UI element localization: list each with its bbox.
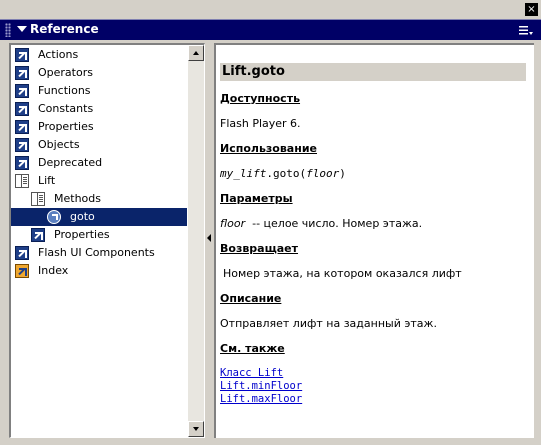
book-icon — [15, 48, 29, 62]
tree-item-label: goto — [70, 210, 95, 223]
tree-item-label: Objects — [38, 138, 80, 151]
content-pane: Lift.goto Доступность Flash Player 6. Ис… — [214, 43, 534, 438]
book-icon — [15, 138, 29, 152]
book-icon — [15, 84, 29, 98]
topic-title: Lift.goto — [220, 63, 526, 81]
param-desc: -- целое число. Номер этажа. — [252, 217, 423, 230]
tree-item-properties[interactable]: Properties — [11, 118, 187, 136]
tree-item-label: Deprecated — [38, 156, 103, 169]
tree-item-constants[interactable]: Constants — [11, 100, 187, 118]
book-icon — [15, 246, 29, 260]
tree-item-deprecated[interactable]: Deprecated — [11, 154, 187, 172]
tree-item-lift[interactable]: Lift — [11, 172, 187, 190]
tree-scrollbar[interactable] — [188, 45, 204, 437]
tree-item-lift-properties[interactable]: Properties — [11, 226, 187, 244]
open-book-icon — [15, 174, 29, 188]
params-text: floor -- целое число. Номер этажа. — [220, 217, 530, 230]
panel-title: Reference — [30, 22, 99, 36]
close-window-button[interactable]: × — [525, 3, 538, 16]
tree-item-label: Lift — [38, 174, 56, 187]
description-text: Отправляет лифт на заданный этаж. — [220, 317, 437, 330]
collapse-left-icon[interactable] — [207, 234, 211, 242]
reference-content: Lift.goto Доступность Flash Player 6. Ис… — [220, 63, 530, 406]
open-book-icon — [31, 192, 45, 206]
tree-pane: Actions Operators Functions Constants Pr… — [9, 43, 205, 438]
tree-item-label: Operators — [38, 66, 93, 79]
tree-item-operators[interactable]: Operators — [11, 64, 187, 82]
tree-item-label: Functions — [38, 84, 91, 97]
reference-tree: Actions Operators Functions Constants Pr… — [11, 45, 187, 437]
panel-options-icon[interactable] — [519, 25, 533, 36]
book-icon — [15, 102, 29, 116]
pane-splitter[interactable] — [205, 43, 214, 438]
see-also-link-lift-class[interactable]: Класс Lift — [220, 367, 530, 380]
usage-heading: Использование — [220, 142, 317, 155]
book-icon — [15, 66, 29, 80]
tree-item-label: Flash UI Components — [38, 246, 155, 259]
usage-close: ) — [339, 167, 346, 180]
tree-item-goto[interactable]: goto — [11, 208, 187, 226]
tree-item-label: Properties — [54, 228, 110, 241]
availability-text: Flash Player 6. — [220, 117, 301, 130]
returns-text: Номер этажа, на котором оказался лифт — [223, 267, 462, 280]
returns-heading: Возвращает — [220, 242, 299, 255]
tree-item-flash-ui-components[interactable]: Flash UI Components — [11, 244, 187, 262]
window-top-strip: × — [0, 0, 541, 19]
description-heading: Описание — [220, 292, 282, 305]
tree-item-label: Actions — [38, 48, 79, 61]
arrow-up-icon — [193, 51, 199, 55]
scroll-up-button[interactable] — [188, 45, 204, 61]
collapse-arrow-icon[interactable] — [17, 26, 27, 32]
see-also-heading: См. также — [220, 342, 285, 355]
tree-item-label: Properties — [38, 120, 94, 133]
see-also-link-minfloor[interactable]: Lift.minFloor — [220, 380, 530, 393]
drag-grip-icon[interactable] — [5, 23, 11, 37]
book-icon — [31, 228, 45, 242]
tree-item-objects[interactable]: Objects — [11, 136, 187, 154]
panel-right-edge — [534, 43, 541, 438]
book-icon — [15, 120, 29, 134]
scroll-down-button[interactable] — [188, 421, 204, 437]
tree-item-label: Methods — [54, 192, 101, 205]
book-icon — [15, 156, 29, 170]
tree-item-label: Constants — [38, 102, 94, 115]
arrow-down-icon — [193, 427, 199, 431]
see-also-link-maxfloor[interactable]: Lift.maxFloor — [220, 393, 530, 406]
usage-param: floor — [306, 167, 340, 180]
method-icon — [47, 210, 61, 224]
panel-titlebar[interactable]: Reference — [0, 19, 541, 40]
usage-method: .goto( — [266, 167, 307, 180]
tree-item-index[interactable]: Index — [11, 262, 187, 280]
usage-text: my_lift.goto(floor) — [220, 167, 530, 180]
availability-heading: Доступность — [220, 92, 301, 105]
tree-item-functions[interactable]: Functions — [11, 82, 187, 100]
tree-item-actions[interactable]: Actions — [11, 46, 187, 64]
param-name: floor — [220, 217, 246, 230]
close-icon: × — [527, 4, 536, 15]
tree-item-methods[interactable]: Methods — [11, 190, 187, 208]
params-heading: Параметры — [220, 192, 293, 205]
usage-object: my_lift — [220, 167, 267, 180]
index-icon — [15, 264, 29, 278]
tree-item-label: Index — [38, 264, 69, 277]
